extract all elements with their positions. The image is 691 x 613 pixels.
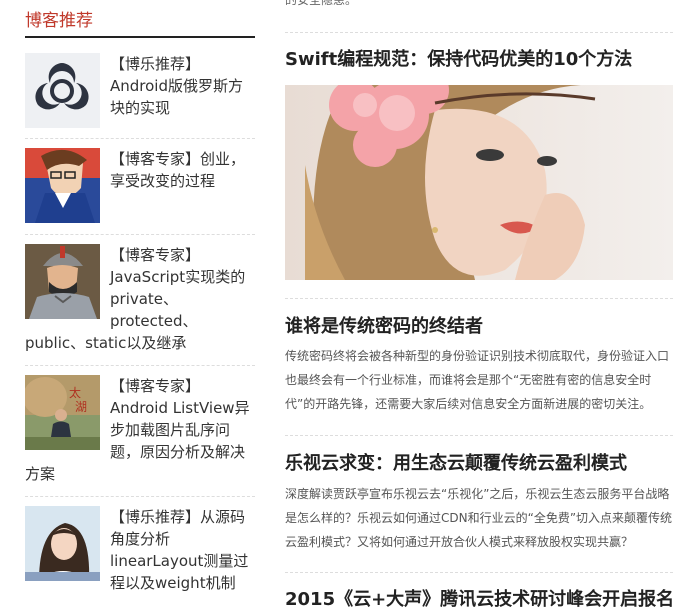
divider: [285, 435, 673, 436]
article-description: 传统密码终将会被各种新型的身份验证识别技术彻底取代，身份验证入口也最终会有一个行…: [285, 349, 670, 411]
article-title[interactable]: 2015《云+大声》腾讯云技术研讨峰会开启报名: [285, 587, 674, 613]
list-item[interactable]: 太 湖 【博客专家】Android ListView异步加载图片乱序问题，原因分…: [25, 375, 255, 497]
divider: [285, 572, 673, 573]
article-title[interactable]: 乐视云求变：用生态云颠覆传统云盈利模式: [285, 451, 627, 477]
article-snippet-cutoff: 的安全隐患。: [285, 0, 358, 7]
woman-with-flower-photo[interactable]: [285, 85, 673, 280]
divider: [285, 298, 673, 299]
biohazard-icon[interactable]: [25, 53, 100, 128]
article-description: 深度解读贾跃亭宣布乐视云去“乐视化”之后，乐视云生态云服务平台战略是怎么样的？乐…: [285, 487, 673, 549]
divider: [285, 32, 673, 33]
list-item[interactable]: 【博客专家】创业，享受改变的过程: [25, 148, 255, 235]
article-title[interactable]: 谁将是传统密码的终结者: [285, 314, 483, 340]
svg-text:太: 太: [69, 385, 81, 400]
girl-photo[interactable]: [25, 506, 100, 581]
warrior-avatar[interactable]: [25, 244, 100, 319]
anime-avatar[interactable]: [25, 148, 100, 223]
list-item[interactable]: 【博客专家】JavaScript实现类的private、protected、pu…: [25, 244, 255, 366]
list-item[interactable]: 【博乐推荐】Android版俄罗斯方块的实现: [25, 53, 255, 139]
article-title[interactable]: Swift编程规范：保持代码优美的10个方法: [285, 47, 632, 73]
svg-text:湖: 湖: [75, 399, 87, 414]
list-item[interactable]: 【博乐推荐】从源码角度分析linearLayout测量过程以及weight机制: [25, 506, 255, 606]
person-photo[interactable]: 太 湖: [25, 375, 100, 450]
sidebar-heading: 博客推荐: [25, 8, 255, 38]
